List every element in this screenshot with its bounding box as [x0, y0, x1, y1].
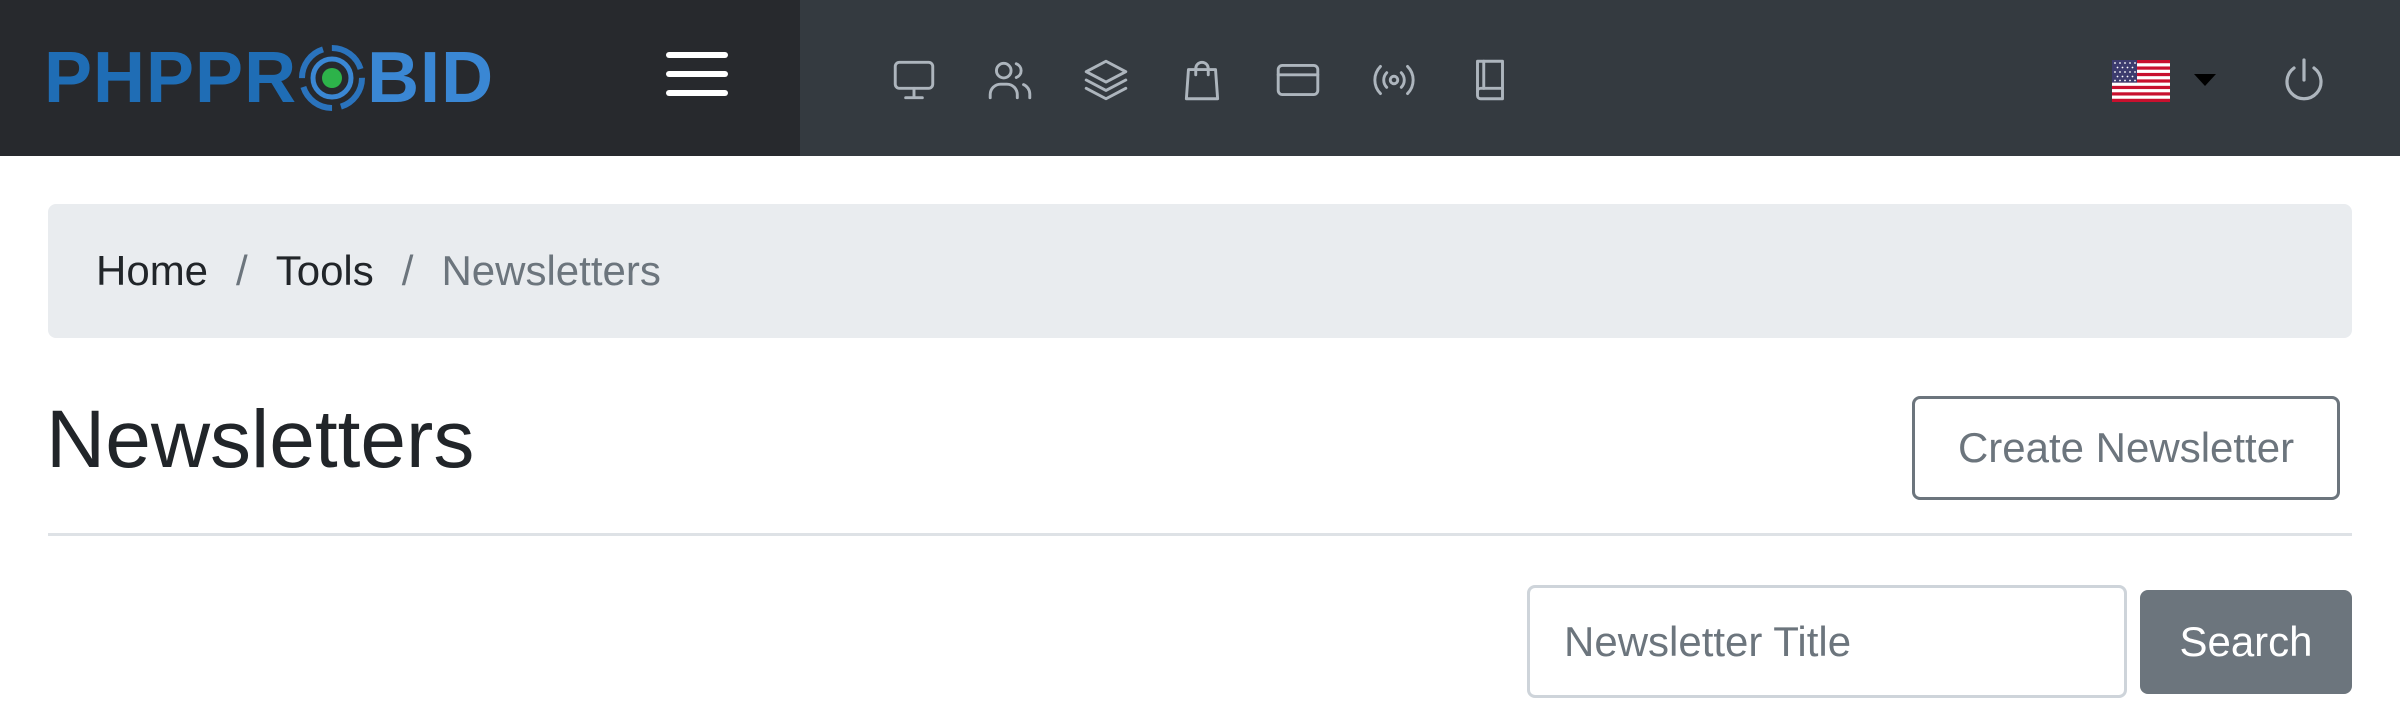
breadcrumb-tools-link[interactable]: Tools [276, 247, 374, 295]
power-icon[interactable] [2280, 56, 2328, 108]
broadcast-icon[interactable] [1346, 52, 1442, 108]
book-icon[interactable] [1442, 52, 1538, 108]
us-flag-icon [2112, 60, 2170, 102]
top-navbar: PHPPR BID [0, 0, 2400, 156]
logo-text-part2: BID [367, 38, 495, 118]
create-newsletter-button[interactable]: Create Newsletter [1912, 396, 2340, 500]
layers-icon[interactable] [1058, 52, 1154, 108]
users-icon[interactable] [962, 52, 1058, 108]
breadcrumb-separator: / [401, 247, 414, 294]
logo-target-icon [299, 45, 366, 111]
breadcrumb-current: Newsletters [441, 247, 661, 294]
monitor-icon[interactable] [866, 52, 962, 108]
menu-toggle-icon[interactable] [666, 48, 728, 100]
page-title: Newsletters [46, 394, 475, 485]
breadcrumb-separator: / [236, 247, 248, 294]
nav-icon-bar [866, 52, 1538, 108]
chevron-down-icon [2194, 74, 2216, 86]
search-button[interactable]: Search [2140, 590, 2352, 694]
newsletter-title-search-input[interactable] [1527, 585, 2127, 698]
divider [48, 533, 2352, 536]
logo-text-part1: PHPPR [44, 38, 298, 118]
credit-card-icon[interactable] [1250, 52, 1346, 108]
breadcrumb-home-link[interactable]: Home [96, 247, 208, 295]
language-selector[interactable] [2112, 56, 2222, 104]
brand-logo[interactable]: PHPPR BID [44, 40, 494, 116]
breadcrumb: Home / Tools / Newsletters [48, 204, 2352, 338]
brand-area: PHPPR BID [0, 0, 800, 156]
shopping-bag-icon[interactable] [1154, 52, 1250, 108]
